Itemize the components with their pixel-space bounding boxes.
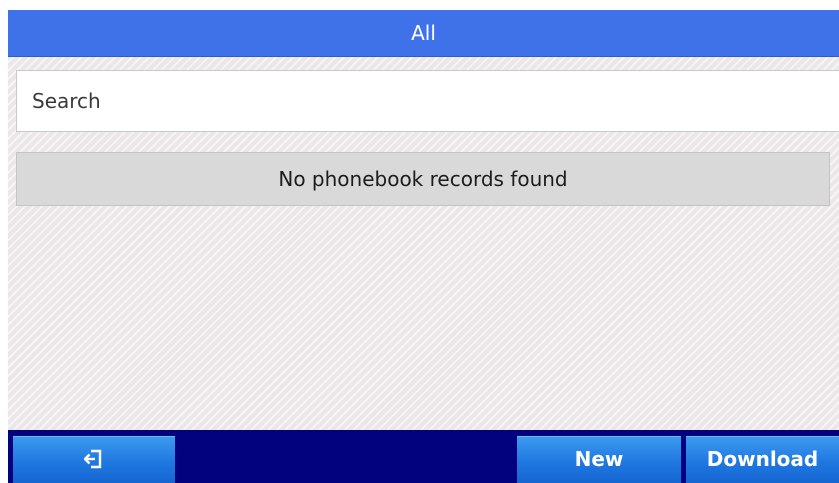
download-button[interactable]: Download	[686, 436, 839, 483]
softkey-bar: New Download	[8, 430, 839, 483]
empty-list-message: No phonebook records found	[16, 152, 830, 206]
search-field[interactable]	[16, 70, 839, 132]
phonebook-screen: All No phonebook records found New Downl…	[8, 10, 839, 483]
page-title: All	[8, 10, 839, 57]
back-button[interactable]	[13, 436, 175, 483]
exit-icon	[84, 449, 102, 468]
search-input[interactable]	[17, 71, 839, 131]
new-button[interactable]: New	[517, 436, 681, 483]
